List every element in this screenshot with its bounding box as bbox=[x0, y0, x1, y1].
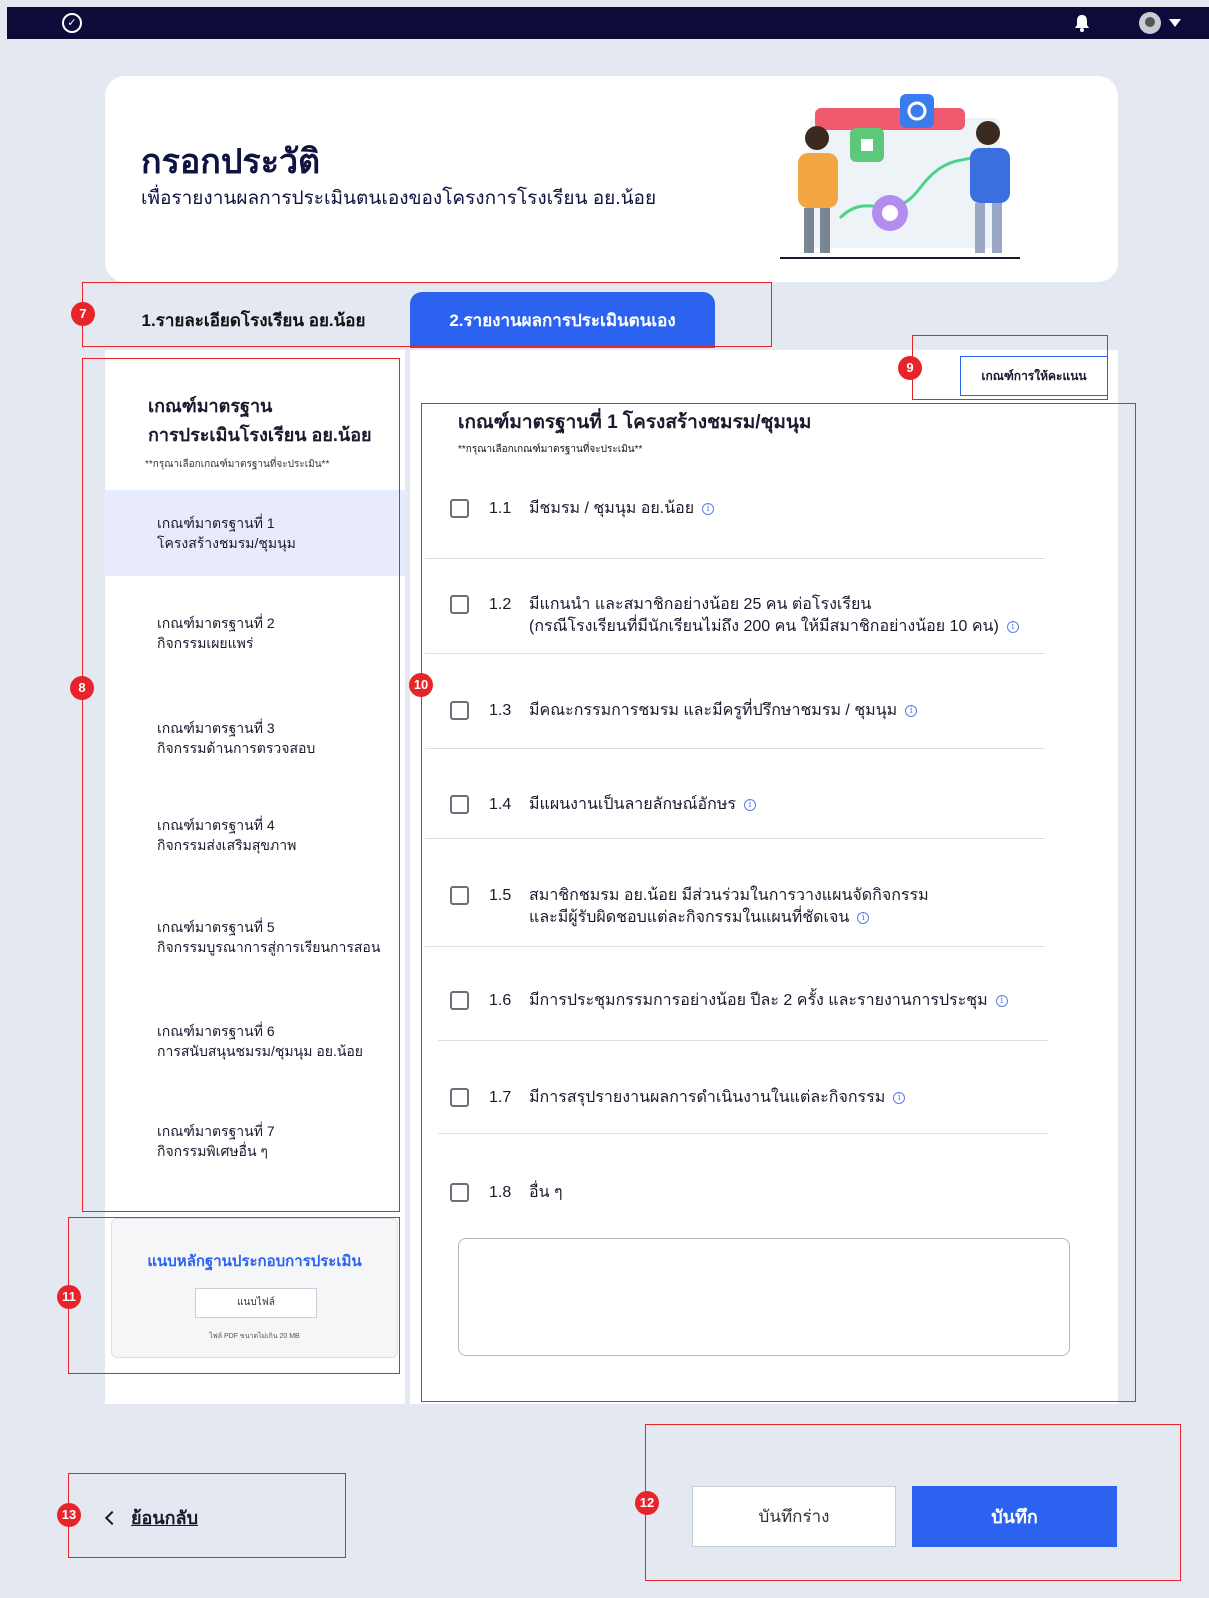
team-illustration bbox=[780, 94, 1020, 259]
annotation-badge-7: 7 bbox=[71, 302, 95, 326]
page-subtitle: เพื่อรายงานผลการประเมินตนเองของโครงการโร… bbox=[141, 188, 657, 209]
avatar[interactable] bbox=[1139, 12, 1161, 34]
annotation-box-11 bbox=[68, 1217, 400, 1374]
hero-card: กรอกประวัติ เพื่อรายงานผลการประเมินตนเอง… bbox=[105, 76, 1118, 282]
annotation-box-9 bbox=[912, 335, 1108, 400]
annotation-box-10 bbox=[421, 403, 1136, 1402]
chevron-left-icon bbox=[104, 1510, 120, 1525]
page-title: กรอกประวัติ bbox=[141, 143, 321, 181]
annotation-box-7 bbox=[82, 282, 772, 347]
annotation-badge-8: 8 bbox=[70, 676, 94, 700]
annotation-badge-11: 11 bbox=[57, 1285, 81, 1309]
annotation-badge-12: 12 bbox=[635, 1491, 659, 1515]
chevron-down-icon[interactable] bbox=[1169, 19, 1181, 27]
annotation-badge-9: 9 bbox=[898, 356, 922, 380]
save-draft-button[interactable]: บันทึกร่าง bbox=[692, 1486, 896, 1547]
bell-icon[interactable] bbox=[1072, 13, 1092, 33]
top-navbar: ✓ bbox=[7, 7, 1209, 39]
brand-logo-icon[interactable]: ✓ bbox=[62, 13, 82, 33]
annotation-badge-13: 13 bbox=[57, 1503, 81, 1527]
annotation-box-8 bbox=[82, 358, 400, 1212]
back-button[interactable]: ย้อนกลับ bbox=[103, 1503, 198, 1532]
annotation-badge-10: 10 bbox=[409, 673, 433, 697]
back-label: ย้อนกลับ bbox=[131, 1508, 199, 1528]
save-button[interactable]: บันทึก bbox=[912, 1486, 1117, 1547]
